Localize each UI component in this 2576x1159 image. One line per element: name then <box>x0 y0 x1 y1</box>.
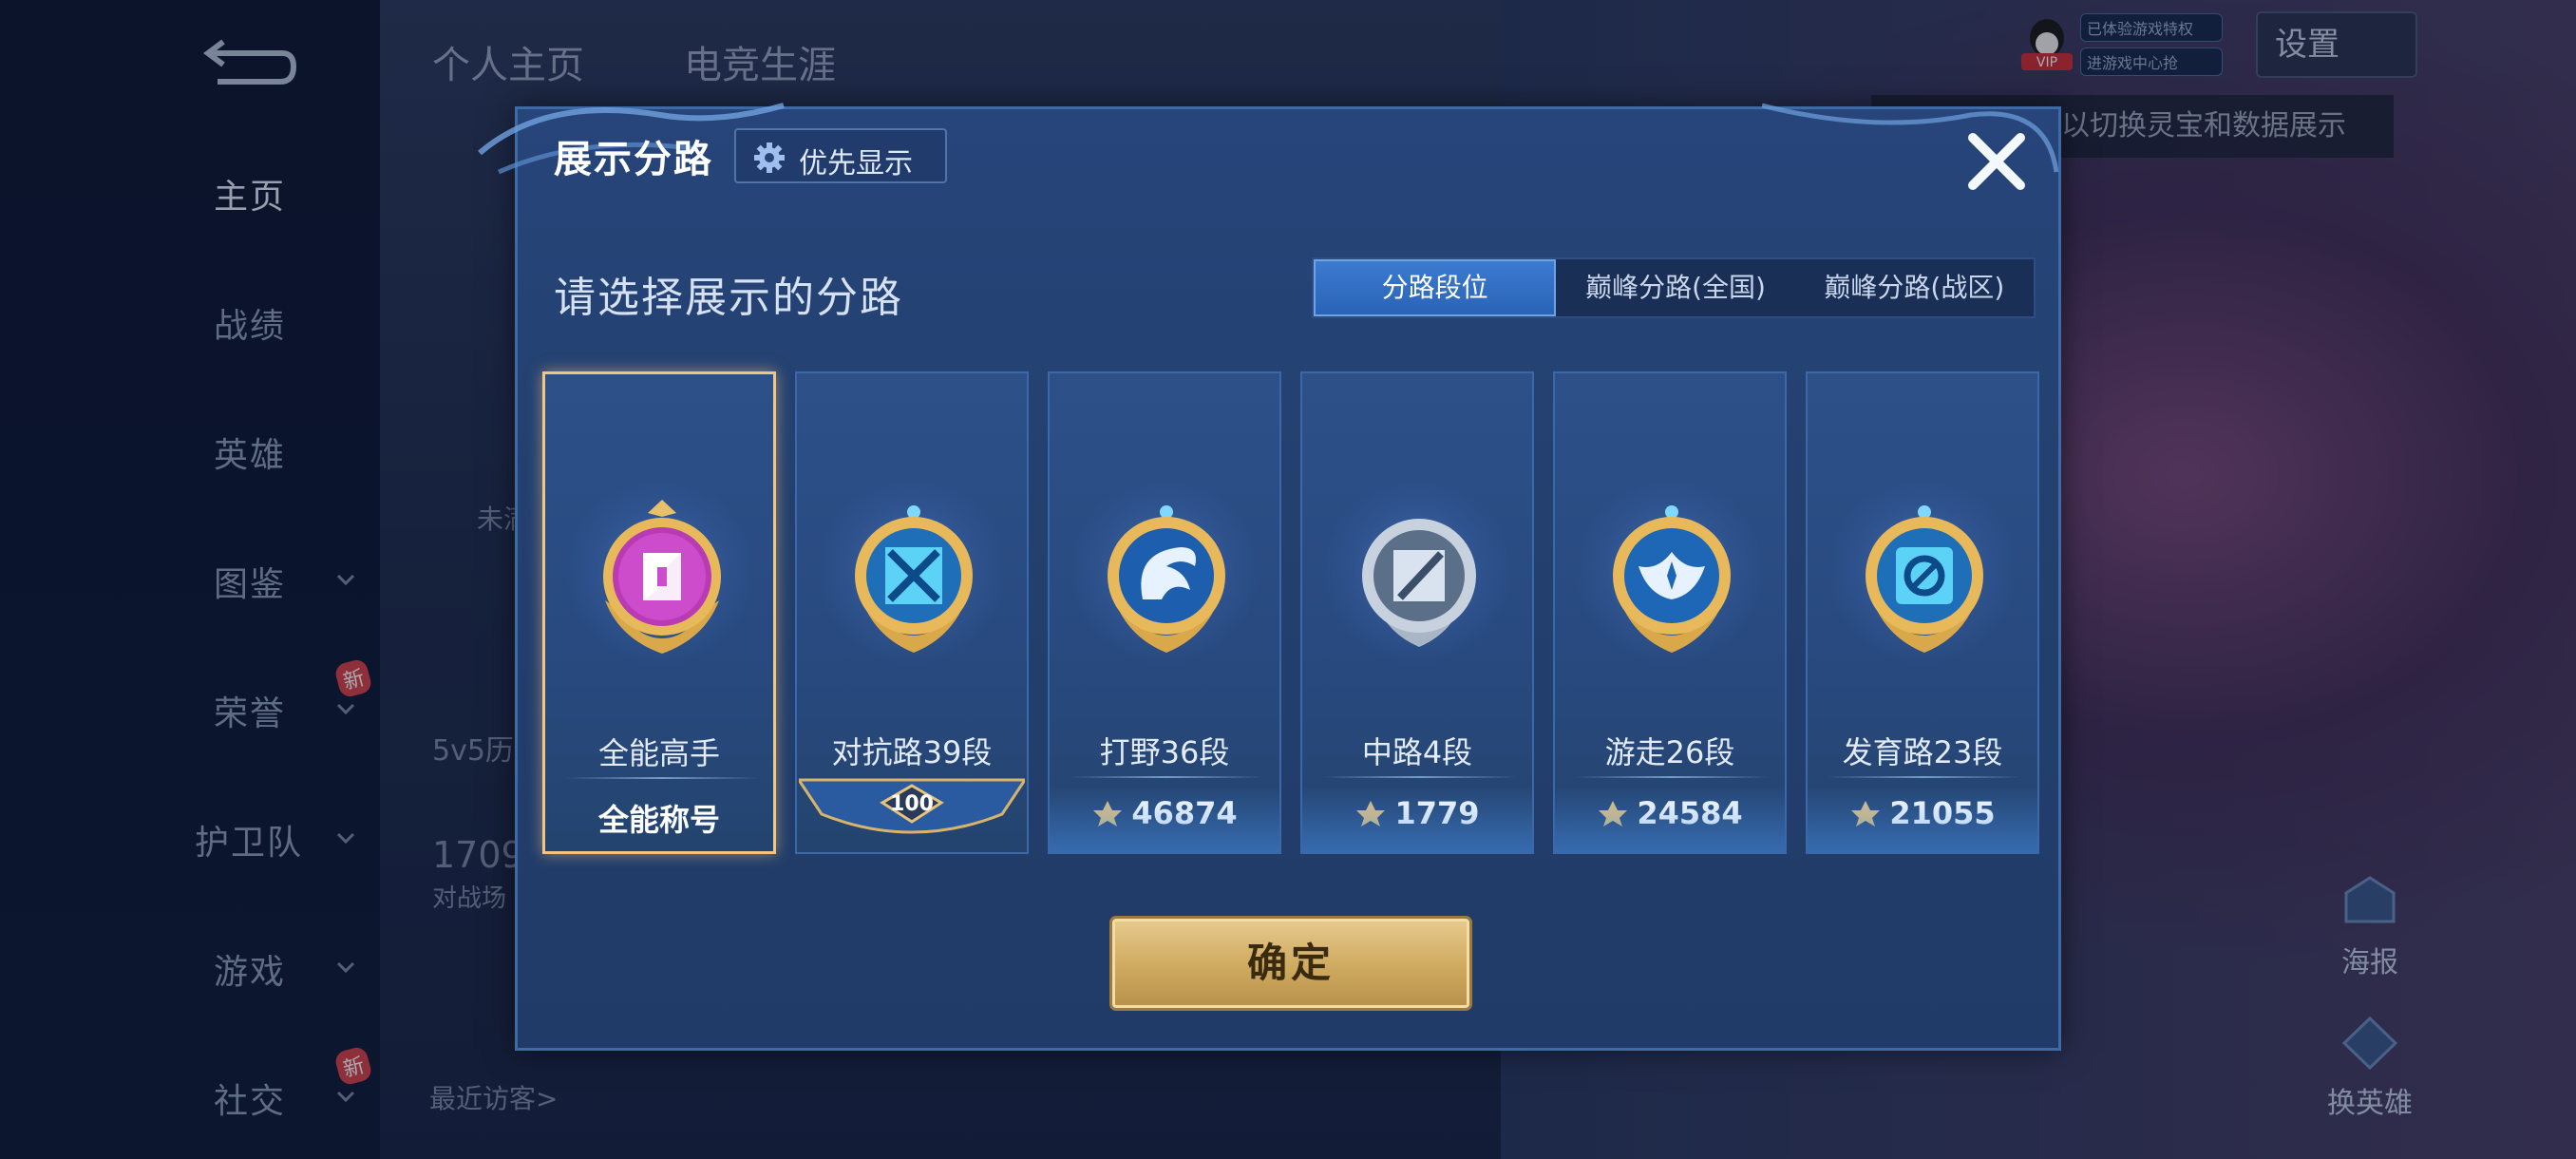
close-icon <box>1968 133 2025 190</box>
peak-points-plate: 100 <box>799 778 1025 834</box>
lane-name: 打野36段 <box>1099 734 1230 770</box>
priority-display-label: 优先显示 <box>799 147 913 180</box>
dialog-title: 展示分路 <box>554 138 713 181</box>
tab-peak-national[interactable]: 巅峰分路(全国) <box>1556 259 1794 316</box>
confirm-button[interactable]: 确定 <box>1112 919 1469 1008</box>
card-divider <box>1574 776 1770 778</box>
farm-lane-badge-icon <box>1866 505 1983 653</box>
card-divider <box>1827 776 2022 778</box>
lane-name: 发育路23段 <box>1842 734 2003 770</box>
lane-card-jungle[interactable]: 打野36段 46874 <box>1048 371 1281 854</box>
roam-badge-icon <box>1613 505 1731 653</box>
lane-card-roam[interactable]: 游走26段 24584 <box>1553 371 1787 854</box>
card-glow <box>1302 786 1532 852</box>
lane-card-mid[interactable]: 中路4段 1779 <box>1300 371 1534 854</box>
priority-display-button[interactable]: 优先显示 <box>734 128 947 183</box>
confirm-label: 确定 <box>1246 940 1335 986</box>
lane-display-dialog: 展示分路 优先显示 请选择展示的分路 分路段位 巅峰分路(全国) 巅峰分路(战区… <box>478 103 2061 1051</box>
lane-card-farm[interactable]: 发育路23段 21055 <box>1806 371 2039 854</box>
card-divider <box>1321 776 1517 778</box>
lane-value: 全能称号 <box>597 802 720 838</box>
tab-peak-region[interactable]: 巅峰分路(战区) <box>1795 259 2034 316</box>
card-divider <box>564 777 760 779</box>
lane-name: 游走26段 <box>1604 734 1735 770</box>
lane-name: 对抗路39段 <box>831 734 993 770</box>
card-glow <box>1050 786 1279 852</box>
lane-name: 全能高手 <box>597 735 720 771</box>
card-glow <box>1555 786 1785 852</box>
card-divider <box>1069 776 1264 778</box>
card-glow <box>1808 786 2037 852</box>
close-button[interactable] <box>1961 126 2032 197</box>
segment-tabs: 分路段位 巅峰分路(全国) 巅峰分路(战区) <box>1312 257 2036 318</box>
lane-card-all-round[interactable]: 全能高手 全能称号 <box>542 371 776 854</box>
jungle-badge-icon <box>1108 505 1225 653</box>
tab-lane-rank[interactable]: 分路段位 <box>1314 259 1557 316</box>
clash-lane-badge-icon <box>855 505 973 653</box>
lane-cards: 全能高手 全能称号 对抗路39段 100 打野36段 中路4段 游走26段 发育… <box>542 371 2039 854</box>
gear-icon <box>754 142 785 173</box>
peak-value: 100 <box>890 792 934 816</box>
mid-lane-badge-icon <box>1362 519 1476 647</box>
all-round-badge-icon <box>603 500 721 654</box>
dialog-subtitle: 请选择展示的分路 <box>554 274 903 322</box>
lane-card-clash[interactable]: 对抗路39段 100 <box>795 371 1029 854</box>
lane-name: 中路4段 <box>1361 734 1473 770</box>
